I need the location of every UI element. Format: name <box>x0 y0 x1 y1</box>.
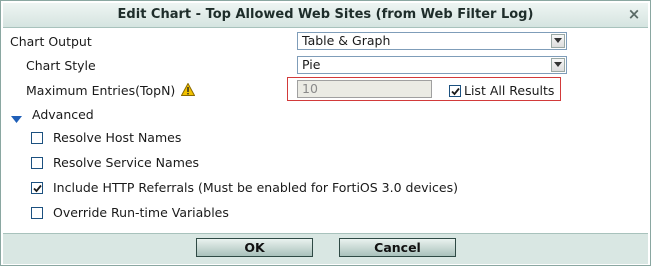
ok-button[interactable]: OK <box>196 238 313 257</box>
chart-output-value: Table & Graph <box>302 33 391 48</box>
dialog-title: Edit Chart - Top Allowed Web Sites (from… <box>117 7 534 22</box>
dialog-footer <box>3 233 648 264</box>
list-all-label: List All Results <box>464 83 555 98</box>
list-all-checkbox[interactable] <box>449 85 461 97</box>
resolve-service-names-label: Resolve Service Names <box>53 155 200 170</box>
max-entries-input[interactable]: 10 <box>297 80 432 98</box>
max-entries-value: 10 <box>302 81 318 96</box>
cancel-button[interactable]: Cancel <box>339 238 456 257</box>
dialog-titlebar: Edit Chart - Top Allowed Web Sites (from… <box>3 3 648 28</box>
max-entries-label: Maximum Entries(TopN) <box>26 83 176 98</box>
warning-icon <box>180 82 196 99</box>
edit-chart-dialog: Edit Chart - Top Allowed Web Sites (from… <box>0 0 651 266</box>
advanced-toggle[interactable]: Advanced <box>32 107 94 122</box>
chevron-down-icon[interactable] <box>551 34 565 48</box>
override-runtime-variables-label: Override Run-time Variables <box>53 205 229 220</box>
resolve-host-names-checkbox[interactable] <box>31 132 43 144</box>
chevron-down-icon[interactable] <box>551 58 565 72</box>
close-icon[interactable]: × <box>626 5 642 23</box>
include-http-referrals-checkbox[interactable] <box>31 182 43 194</box>
chart-style-value: Pie <box>302 57 321 72</box>
chart-style-label: Chart Style <box>26 58 96 73</box>
chart-output-label: Chart Output <box>10 34 92 49</box>
override-runtime-variables-checkbox[interactable] <box>31 207 43 219</box>
triangle-down-icon[interactable] <box>11 113 22 127</box>
resolve-host-names-label: Resolve Host Names <box>53 130 182 145</box>
chart-output-select[interactable]: Table & Graph <box>297 32 567 50</box>
resolve-service-names-checkbox[interactable] <box>31 157 43 169</box>
chart-style-select[interactable]: Pie <box>297 56 567 74</box>
include-http-referrals-label: Include HTTP Referrals (Must be enabled … <box>53 180 458 195</box>
